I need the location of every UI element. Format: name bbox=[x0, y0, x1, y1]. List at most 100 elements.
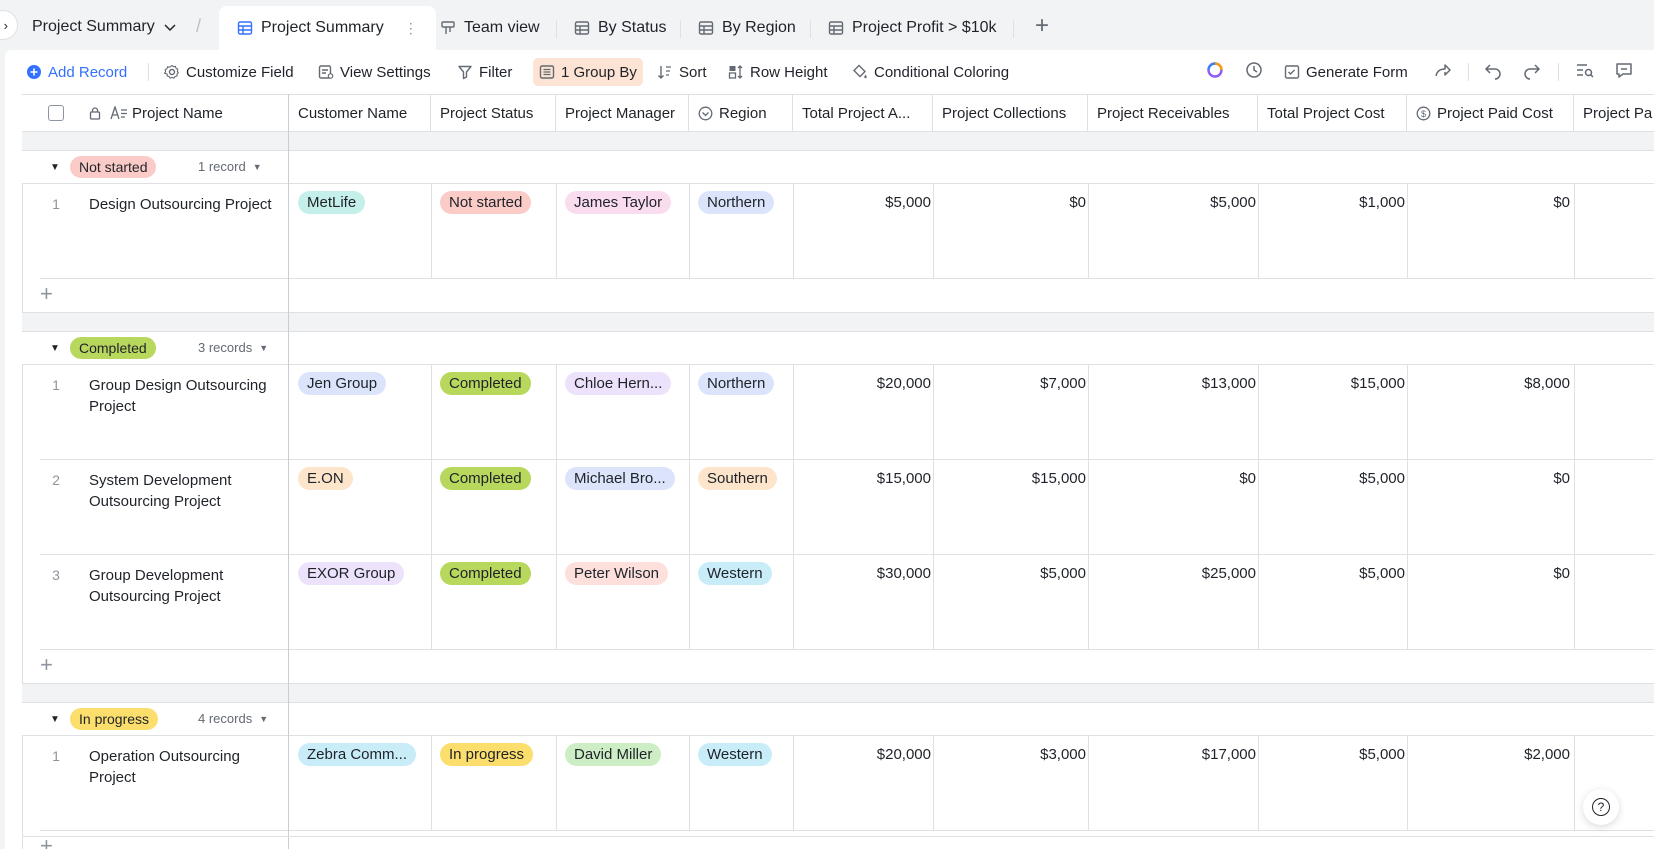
column-header-project-status[interactable]: Project Status bbox=[431, 94, 556, 132]
region-tag[interactable]: Northern bbox=[698, 372, 775, 395]
cost-cell[interactable]: $5,000 bbox=[1359, 565, 1405, 582]
region-tag[interactable]: Western bbox=[698, 562, 772, 585]
tab-by-region[interactable]: By Region bbox=[680, 6, 814, 50]
count-dropdown-icon[interactable]: ▼ bbox=[253, 162, 262, 172]
tab-project-summary[interactable]: Project Summary ⋮ bbox=[219, 6, 436, 50]
manager-tag[interactable]: Peter Wilson bbox=[565, 562, 669, 585]
add-row[interactable] bbox=[22, 650, 1654, 684]
count-dropdown-icon[interactable]: ▼ bbox=[259, 343, 268, 353]
manager-tag[interactable]: David Miller bbox=[565, 743, 662, 766]
total-cell[interactable]: $20,000 bbox=[877, 375, 931, 392]
total-cell[interactable]: $20,000 bbox=[877, 746, 931, 763]
column-header-project-pa[interactable]: Project Pa bbox=[1574, 94, 1654, 132]
group-record-count[interactable]: 3 records ▼ bbox=[198, 340, 268, 355]
add-record-button[interactable]: Add Record bbox=[26, 59, 127, 85]
collections-cell[interactable]: $3,000 bbox=[1040, 746, 1086, 763]
row-height-button[interactable]: Row Height bbox=[728, 59, 828, 85]
project-name-cell[interactable]: System Development Outsourcing Project bbox=[89, 470, 279, 512]
project-name-cell[interactable]: Group Development Outsourcing Project bbox=[89, 565, 279, 607]
undo-icon[interactable] bbox=[1483, 60, 1503, 80]
add-row[interactable] bbox=[22, 279, 1654, 313]
total-cell[interactable]: $5,000 bbox=[885, 194, 931, 211]
group-collapse-caret-icon[interactable]: ▼ bbox=[50, 162, 60, 173]
collections-cell[interactable]: $5,000 bbox=[1040, 565, 1086, 582]
tab-team-view[interactable]: Team view bbox=[422, 6, 558, 50]
add-row-plus-icon[interactable]: + bbox=[40, 281, 53, 307]
project-name-cell[interactable]: Group Design Outsourcing Project bbox=[89, 375, 279, 417]
view-settings-button[interactable]: View Settings bbox=[318, 59, 431, 85]
status-tag[interactable]: Not started bbox=[440, 191, 532, 214]
receivables-cell[interactable]: $13,000 bbox=[1202, 375, 1256, 392]
comment-icon[interactable] bbox=[1614, 60, 1634, 80]
column-header-customer-name[interactable]: Customer Name bbox=[289, 94, 431, 132]
customize-field-button[interactable]: Customize Field bbox=[164, 59, 294, 85]
manager-tag[interactable]: Michael Bro... bbox=[565, 467, 675, 490]
collections-cell[interactable]: $15,000 bbox=[1032, 470, 1086, 487]
paid-cell[interactable]: $2,000 bbox=[1524, 746, 1570, 763]
customer-tag[interactable]: Zebra Comm... bbox=[298, 743, 417, 766]
tab-project-profit[interactable]: Project Profit > $10k bbox=[810, 6, 1015, 50]
paid-cell[interactable]: $0 bbox=[1553, 470, 1570, 487]
select-all-checkbox[interactable] bbox=[48, 105, 64, 121]
tab-by-status[interactable]: By Status bbox=[556, 6, 684, 50]
group-collapse-caret-icon[interactable]: ▼ bbox=[50, 714, 60, 725]
column-header-project-receivables[interactable]: Project Receivables bbox=[1088, 94, 1258, 132]
customer-tag[interactable]: MetLife bbox=[298, 191, 366, 214]
more-vertical-icon[interactable]: ⋮ bbox=[404, 20, 418, 37]
column-header-region[interactable]: Region bbox=[689, 94, 793, 132]
search-records-icon[interactable] bbox=[1575, 60, 1595, 80]
sort-button[interactable]: Sort bbox=[657, 59, 707, 85]
add-row-plus-icon[interactable]: + bbox=[40, 652, 53, 678]
cost-cell[interactable]: $1,000 bbox=[1359, 194, 1405, 211]
region-tag[interactable]: Western bbox=[698, 743, 772, 766]
column-header-project-collections[interactable]: Project Collections bbox=[933, 94, 1088, 132]
cost-cell[interactable]: $15,000 bbox=[1351, 375, 1405, 392]
help-button[interactable]: ? bbox=[1583, 789, 1619, 825]
cost-cell[interactable]: $5,000 bbox=[1359, 470, 1405, 487]
group-header[interactable] bbox=[22, 150, 1654, 184]
group-collapse-caret-icon[interactable]: ▼ bbox=[50, 343, 60, 354]
paid-cell[interactable]: $0 bbox=[1553, 565, 1570, 582]
group-record-count[interactable]: 1 record ▼ bbox=[198, 159, 262, 174]
column-header-project-name[interactable]: Project Name bbox=[22, 94, 288, 132]
manager-tag[interactable]: James Taylor bbox=[565, 191, 672, 214]
add-view-icon[interactable]: + bbox=[1035, 14, 1049, 38]
status-tag[interactable]: Completed bbox=[440, 372, 531, 395]
filter-button[interactable]: Filter bbox=[457, 59, 512, 85]
project-name-cell[interactable]: Operation Outsourcing Project bbox=[89, 746, 279, 788]
add-row[interactable] bbox=[22, 831, 1654, 849]
customer-tag[interactable]: E.ON bbox=[298, 467, 353, 490]
status-tag[interactable]: Completed bbox=[440, 562, 531, 585]
cost-cell[interactable]: $5,000 bbox=[1359, 746, 1405, 763]
total-cell[interactable]: $30,000 bbox=[877, 565, 931, 582]
conditional-coloring-button[interactable]: Conditional Coloring bbox=[852, 59, 1009, 85]
manager-tag[interactable]: Chloe Hern... bbox=[565, 372, 672, 395]
paid-cell[interactable]: $0 bbox=[1553, 194, 1570, 211]
total-cell[interactable]: $15,000 bbox=[877, 470, 931, 487]
project-name-cell[interactable]: Design Outsourcing Project bbox=[89, 194, 279, 215]
column-header-project-paid-cost[interactable]: $ Project Paid Cost bbox=[1407, 94, 1574, 132]
receivables-cell[interactable]: $25,000 bbox=[1202, 565, 1256, 582]
redo-icon[interactable] bbox=[1522, 60, 1542, 80]
collections-cell[interactable]: $0 bbox=[1069, 194, 1086, 211]
status-tag[interactable]: In progress bbox=[440, 743, 534, 766]
share-icon[interactable] bbox=[1432, 60, 1452, 80]
customer-tag[interactable]: EXOR Group bbox=[298, 562, 405, 585]
column-header-total-project-cost[interactable]: Total Project Cost bbox=[1258, 94, 1407, 132]
group-by-button[interactable]: 1 Group By bbox=[533, 58, 643, 86]
receivables-cell[interactable]: $5,000 bbox=[1210, 194, 1256, 211]
status-tag[interactable]: Completed bbox=[440, 467, 531, 490]
region-tag[interactable]: Northern bbox=[698, 191, 775, 214]
column-header-project-manager[interactable]: Project Manager bbox=[556, 94, 689, 132]
paid-cell[interactable]: $8,000 bbox=[1524, 375, 1570, 392]
base-title[interactable]: Project Summary bbox=[32, 18, 177, 36]
column-header-total-project-amount[interactable]: Total Project A... bbox=[793, 94, 933, 132]
collections-cell[interactable]: $7,000 bbox=[1040, 375, 1086, 392]
count-dropdown-icon[interactable]: ▼ bbox=[259, 714, 268, 724]
receivables-cell[interactable]: $0 bbox=[1239, 470, 1256, 487]
receivables-cell[interactable]: $17,000 bbox=[1202, 746, 1256, 763]
group-record-count[interactable]: 4 records ▼ bbox=[198, 711, 268, 726]
generate-form-button[interactable]: Generate Form bbox=[1284, 59, 1408, 85]
customer-tag[interactable]: Jen Group bbox=[298, 372, 387, 395]
region-tag[interactable]: Southern bbox=[698, 467, 777, 490]
